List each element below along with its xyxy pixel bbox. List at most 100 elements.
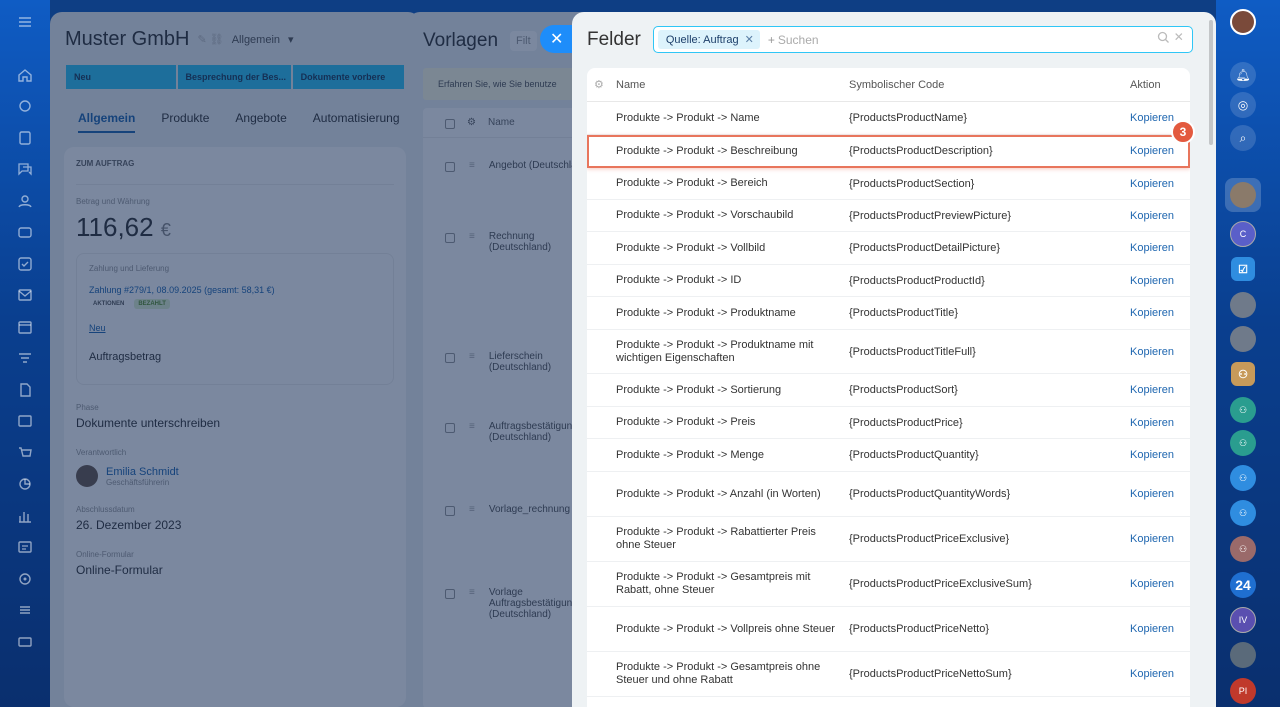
- actions-badge[interactable]: AKTIONEN: [89, 299, 128, 309]
- copy-button[interactable]: Kopieren: [1130, 533, 1190, 545]
- copy-button[interactable]: Kopieren: [1130, 275, 1190, 287]
- table-row: Produkte -> Produkt -> Vorschaubild {Prod…: [587, 200, 1190, 232]
- mail-icon[interactable]: [15, 285, 35, 305]
- copy-button[interactable]: Kopieren: [1130, 346, 1190, 358]
- table-row: Produkte -> Produkt -> Rabattierter Prei…: [587, 517, 1190, 562]
- select-all-checkbox[interactable]: [445, 118, 455, 129]
- copy-button[interactable]: Kopieren: [1130, 242, 1190, 254]
- target-icon[interactable]: ◎: [1230, 92, 1256, 118]
- search-icon[interactable]: [1157, 31, 1170, 49]
- bitrix24-icon[interactable]: 24: [1230, 572, 1256, 598]
- filter-chip[interactable]: Quelle: Auftrag ✕: [657, 30, 760, 49]
- copy-button[interactable]: Kopieren: [1130, 210, 1190, 222]
- payment-link[interactable]: Zahlung #279/1, 08.09.2025 (gesamt: 58,3…: [89, 285, 381, 295]
- search-icon[interactable]: ⌕: [1230, 125, 1256, 151]
- copy-button[interactable]: Kopieren: [1130, 623, 1190, 635]
- bell-icon[interactable]: 🔔︎: [1230, 62, 1256, 88]
- chat-icon[interactable]: [15, 159, 35, 179]
- copy-button[interactable]: Kopieren: [1130, 488, 1190, 500]
- filter-icon[interactable]: [15, 348, 35, 368]
- shop-icon[interactable]: [15, 443, 35, 463]
- calendar-icon[interactable]: [15, 317, 35, 337]
- edit-icon[interactable]: ✎ ⛓: [197, 33, 223, 46]
- settings-icon[interactable]: [15, 569, 35, 589]
- list-item[interactable]: ≡ Vorlage Auftragsbestätigung (Deutschlan…: [423, 587, 593, 620]
- list-item[interactable]: ≡ Rechnung (Deutschland): [423, 231, 593, 253]
- user-avatar[interactable]: [1230, 9, 1256, 35]
- avatar[interactable]: [76, 465, 98, 487]
- stage-2[interactable]: Besprechung der Bes...: [177, 65, 291, 89]
- home-icon[interactable]: [15, 65, 35, 85]
- list-item[interactable]: ≡ Lieferschein (Deutschland): [423, 351, 593, 373]
- copy-button[interactable]: Kopieren: [1130, 307, 1190, 319]
- field-name: Produkte -> Produkt -> Beschreibung: [616, 144, 798, 157]
- new-link[interactable]: Neu: [89, 323, 381, 333]
- stage-3[interactable]: Dokumente vorbere: [292, 65, 404, 89]
- copy-button[interactable]: Kopieren: [1130, 578, 1190, 590]
- tab-general[interactable]: Allgemein: [78, 111, 136, 133]
- avatar[interactable]: IV: [1230, 607, 1256, 633]
- table-row: Produkte -> Produkt -> Gesamtpreis mit R…: [587, 562, 1190, 607]
- field-name: Produkte -> Produkt -> Bereich: [616, 177, 768, 189]
- gear-icon[interactable]: ⚙: [467, 117, 476, 128]
- sites-icon[interactable]: [15, 411, 35, 431]
- checklist-icon[interactable]: [15, 254, 35, 274]
- avatar[interactable]: [1230, 326, 1256, 352]
- tab-automation[interactable]: Automatisierung: [313, 111, 400, 133]
- apps-icon[interactable]: [15, 600, 35, 620]
- tasks-icon[interactable]: ☑: [1231, 257, 1255, 281]
- tasks-icon[interactable]: [15, 128, 35, 148]
- clear-icon[interactable]: ✕: [1174, 30, 1184, 49]
- group-icon[interactable]: ⚇: [1231, 362, 1255, 386]
- contacts-icon[interactable]: [15, 191, 35, 211]
- search-input[interactable]: [777, 32, 1148, 47]
- chip-close-icon[interactable]: ✕: [745, 33, 754, 46]
- stage-1[interactable]: Neu: [66, 65, 176, 89]
- group-icon[interactable]: ⚇: [1230, 397, 1256, 423]
- search-box[interactable]: Quelle: Auftrag ✕ + ✕: [652, 26, 1193, 53]
- table-row: Produkte -> Produkt -> Anzahl (in Worten…: [587, 472, 1190, 517]
- scrollbar[interactable]: [1209, 20, 1213, 145]
- templates-filter[interactable]: Filt: [510, 31, 537, 51]
- templates-info: Erfahren Sie, wie Sie benutze: [423, 68, 593, 100]
- table-row: Produkte -> Produkt -> Vollpreis ohne St…: [587, 607, 1190, 652]
- tab-products[interactable]: Produkte: [161, 111, 209, 133]
- step-marker: 3: [1171, 120, 1195, 144]
- copy-button[interactable]: Kopieren: [1130, 417, 1190, 429]
- list-item[interactable]: ≡ Auftragsbestätigung (Deutschland): [423, 421, 593, 443]
- copy-button[interactable]: Kopieren: [1130, 668, 1190, 680]
- group-icon[interactable]: ⚇: [1230, 465, 1256, 491]
- documents-icon[interactable]: [15, 380, 35, 400]
- analytics-icon[interactable]: [15, 474, 35, 494]
- copy-button[interactable]: Kopieren: [1130, 449, 1190, 461]
- add-filter-icon[interactable]: +: [768, 33, 775, 47]
- person-name[interactable]: Emilia Schmidt: [106, 466, 179, 478]
- copy-button[interactable]: Kopieren: [1130, 145, 1190, 157]
- menu-icon[interactable]: [15, 12, 35, 32]
- avatar[interactable]: [1230, 292, 1256, 318]
- reports-icon[interactable]: [15, 506, 35, 526]
- avatar[interactable]: [1230, 182, 1256, 208]
- right-rail: 🔔︎ ◎ ⌕ C ☑ ⚇ ⚇ ⚇ ⚇ ⚇ ⚇ 24 IV PI: [1216, 0, 1280, 707]
- gear-icon[interactable]: ⚙: [587, 78, 616, 91]
- feed-icon[interactable]: [15, 96, 35, 116]
- avatar[interactable]: [1230, 642, 1256, 668]
- crm-icon[interactable]: [15, 222, 35, 242]
- avatar[interactable]: PI: [1230, 678, 1256, 704]
- more-icon[interactable]: [15, 632, 35, 652]
- field-name: Produkte -> Produkt -> Menge: [616, 448, 764, 461]
- group-icon[interactable]: ⚇: [1230, 500, 1256, 526]
- avatar[interactable]: C: [1230, 221, 1256, 247]
- group-icon[interactable]: ⚇: [1230, 430, 1256, 456]
- copy-button[interactable]: Kopieren: [1130, 178, 1190, 190]
- deal-category[interactable]: Allgemein: [232, 34, 280, 46]
- automation-icon[interactable]: [15, 537, 35, 557]
- list-item[interactable]: ≡ Vorlage_rechnung: [423, 504, 593, 516]
- tab-quotes[interactable]: Angebote: [235, 111, 286, 133]
- group-icon[interactable]: ⚇: [1230, 536, 1256, 562]
- fields-panel: Felder Quelle: Auftrag ✕ + ✕ ⚙ Name Symb…: [572, 12, 1216, 707]
- copy-button[interactable]: Kopieren: [1130, 384, 1190, 396]
- fields-table: ⚙ Name Symbolischer Code Aktion Produkte…: [587, 68, 1190, 707]
- field-name: Produkte -> Produkt -> Gesamtpreis ohne …: [616, 661, 821, 686]
- list-item[interactable]: ≡ Angebot (Deutschland): [423, 160, 593, 172]
